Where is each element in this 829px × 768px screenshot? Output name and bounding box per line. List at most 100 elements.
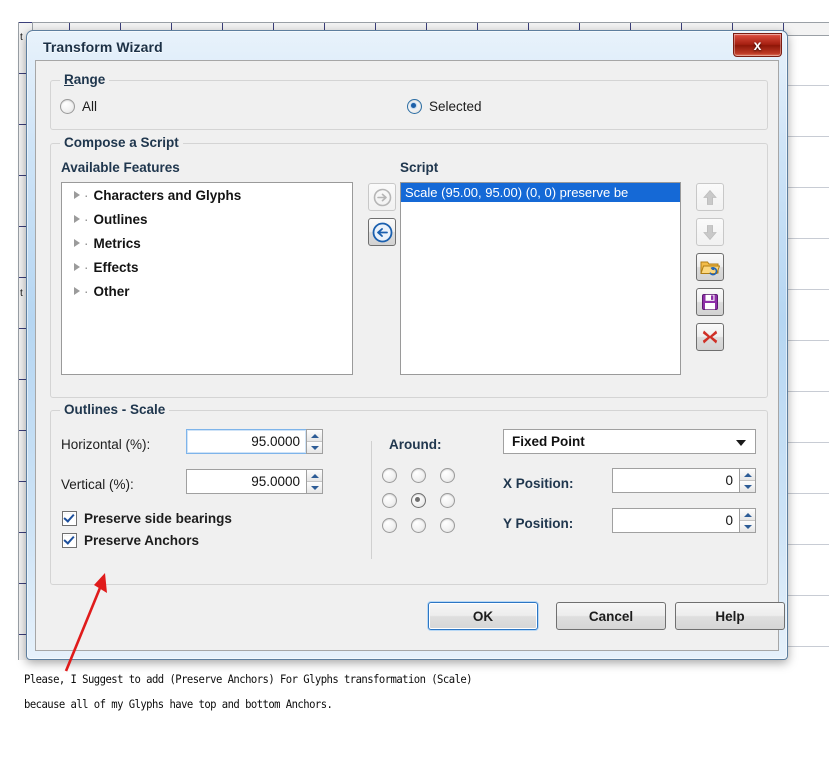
dialog-titlebar[interactable]: Transform Wizard x	[30, 33, 784, 61]
horizontal-spin-down[interactable]	[307, 441, 322, 453]
radio-range-all[interactable]: All	[60, 99, 97, 114]
help-button[interactable]: Help	[675, 602, 785, 630]
add-feature-button[interactable]	[368, 183, 396, 211]
range-group-legend: Range	[60, 72, 110, 87]
radio-indicator	[439, 518, 455, 533]
arrow-up-icon	[743, 472, 752, 477]
tree-item-effects[interactable]: · Effects	[62, 255, 352, 279]
outlines-scale-group: Outlines - Scale Horizontal (%): 95.0000…	[50, 402, 768, 585]
vertical-spin-down[interactable]	[307, 481, 322, 493]
checkbox-indicator	[62, 511, 77, 526]
chevron-right-icon[interactable]	[74, 215, 80, 223]
red-x-icon	[702, 330, 718, 344]
script-label: Script	[400, 160, 439, 175]
compose-script-group: Compose a Script Available Features Scri…	[50, 135, 768, 398]
tree-item-characters-and-glyphs[interactable]: · Characters and Glyphs	[62, 183, 352, 207]
script-list[interactable]: Scale (95.00, 95.00) (0, 0) preserve be	[400, 182, 681, 375]
x-position-spinner[interactable]: 0	[612, 468, 756, 493]
checkbox-label: Preserve Anchors	[84, 533, 200, 548]
arrow-down-icon	[310, 485, 319, 490]
script-list-item[interactable]: Scale (95.00, 95.00) (0, 0) preserve be	[401, 183, 680, 202]
vertical-input[interactable]: 95.0000	[186, 469, 306, 494]
cancel-button[interactable]: Cancel	[556, 602, 666, 630]
open-script-button[interactable]	[696, 253, 724, 281]
chevron-right-icon[interactable]	[74, 191, 80, 199]
tree-item-label: Metrics	[93, 235, 141, 251]
ok-button[interactable]: OK	[428, 602, 538, 630]
horizontal-input[interactable]: 95.0000	[186, 429, 306, 454]
x-position-spin-down[interactable]	[740, 480, 755, 492]
chevron-right-icon[interactable]	[74, 263, 80, 271]
tree-item-outlines[interactable]: · Outlines	[62, 207, 352, 231]
y-position-spin-down[interactable]	[740, 520, 755, 532]
checkbox-preserve-side-bearings[interactable]: Preserve side bearings	[62, 511, 232, 526]
available-features-list[interactable]: · Characters and Glyphs · Outlines · Met…	[61, 182, 353, 375]
arrow-up-icon	[743, 512, 752, 517]
tree-item-other[interactable]: · Other	[62, 279, 352, 303]
close-button[interactable]: x	[733, 33, 782, 57]
arrow-down-icon	[310, 445, 319, 450]
checkbox-label: Preserve side bearings	[84, 511, 232, 526]
anchor-cell-bottom-right[interactable]	[436, 513, 465, 538]
arrow-down-icon	[743, 524, 752, 529]
y-position-spin-buttons[interactable]	[739, 508, 756, 533]
tree-dot: ·	[84, 211, 89, 227]
anchor-cell-bottom-left[interactable]	[378, 513, 407, 538]
arrow-up-icon	[703, 189, 717, 205]
tree-item-label: Other	[93, 283, 130, 299]
anchor-cell-middle-left[interactable]	[378, 488, 407, 513]
y-position-spin-up[interactable]	[740, 509, 755, 520]
tree-item-metrics[interactable]: · Metrics	[62, 231, 352, 255]
tree-dot: ·	[84, 283, 89, 299]
arrow-left-circle-icon	[372, 222, 392, 242]
move-down-button[interactable]	[696, 218, 724, 246]
radio-indicator	[381, 518, 397, 533]
range-group: Range All Selected	[50, 72, 768, 130]
x-position-spin-up[interactable]	[740, 469, 755, 480]
arrow-right-circle-icon	[373, 188, 391, 206]
annotation-arrow-icon	[64, 573, 107, 672]
radio-selected-indicator	[407, 99, 422, 114]
chevron-right-icon[interactable]	[74, 287, 80, 295]
anchor-cell-top-left[interactable]	[378, 463, 407, 488]
around-label: Around:	[389, 437, 442, 452]
vertical-label: Vertical (%):	[61, 477, 134, 492]
horizontal-label: Horizontal (%):	[61, 437, 151, 452]
x-position-spin-buttons[interactable]	[739, 468, 756, 493]
x-position-input[interactable]: 0	[612, 468, 739, 493]
anchor-cell-top-right[interactable]	[436, 463, 465, 488]
save-script-button[interactable]	[696, 288, 724, 316]
radio-all-indicator	[60, 99, 75, 114]
vertical-spin-up[interactable]	[307, 470, 322, 481]
radio-indicator	[410, 518, 426, 533]
anchor-point-grid[interactable]	[378, 463, 465, 538]
horizontal-spin-buttons[interactable]	[306, 429, 323, 454]
anchor-cell-center[interactable]	[407, 488, 436, 513]
vertical-spinner[interactable]: 95.0000	[186, 469, 323, 494]
radio-range-selected[interactable]: Selected	[407, 99, 482, 114]
radio-indicator	[410, 468, 426, 483]
anchor-cell-bottom-center[interactable]	[407, 513, 436, 538]
vertical-spin-buttons[interactable]	[306, 469, 323, 494]
around-combobox[interactable]: Fixed Point	[503, 429, 756, 454]
anchor-cell-middle-right[interactable]	[436, 488, 465, 513]
y-position-input[interactable]: 0	[612, 508, 739, 533]
remove-feature-button[interactable]	[368, 218, 396, 246]
y-position-spinner[interactable]: 0	[612, 508, 756, 533]
radio-indicator	[439, 468, 455, 483]
y-position-label: Y Position:	[503, 516, 574, 531]
horizontal-spinner[interactable]: 95.0000	[186, 429, 323, 454]
x-position-label: X Position:	[503, 476, 574, 491]
move-up-button[interactable]	[696, 183, 724, 211]
delete-script-button[interactable]	[696, 323, 724, 351]
scale-group-legend: Outlines - Scale	[60, 402, 170, 417]
chevron-down-icon[interactable]	[736, 439, 746, 446]
arrow-up-icon	[310, 473, 319, 478]
checkbox-preserve-anchors[interactable]: Preserve Anchors	[62, 533, 199, 548]
anchor-cell-top-center[interactable]	[407, 463, 436, 488]
chevron-right-icon[interactable]	[74, 239, 80, 247]
radio-indicator	[381, 468, 397, 483]
transform-wizard-dialog: Transform Wizard x Range All Selected Co…	[26, 30, 788, 660]
available-features-label: Available Features	[61, 160, 180, 175]
horizontal-spin-up[interactable]	[307, 430, 322, 441]
